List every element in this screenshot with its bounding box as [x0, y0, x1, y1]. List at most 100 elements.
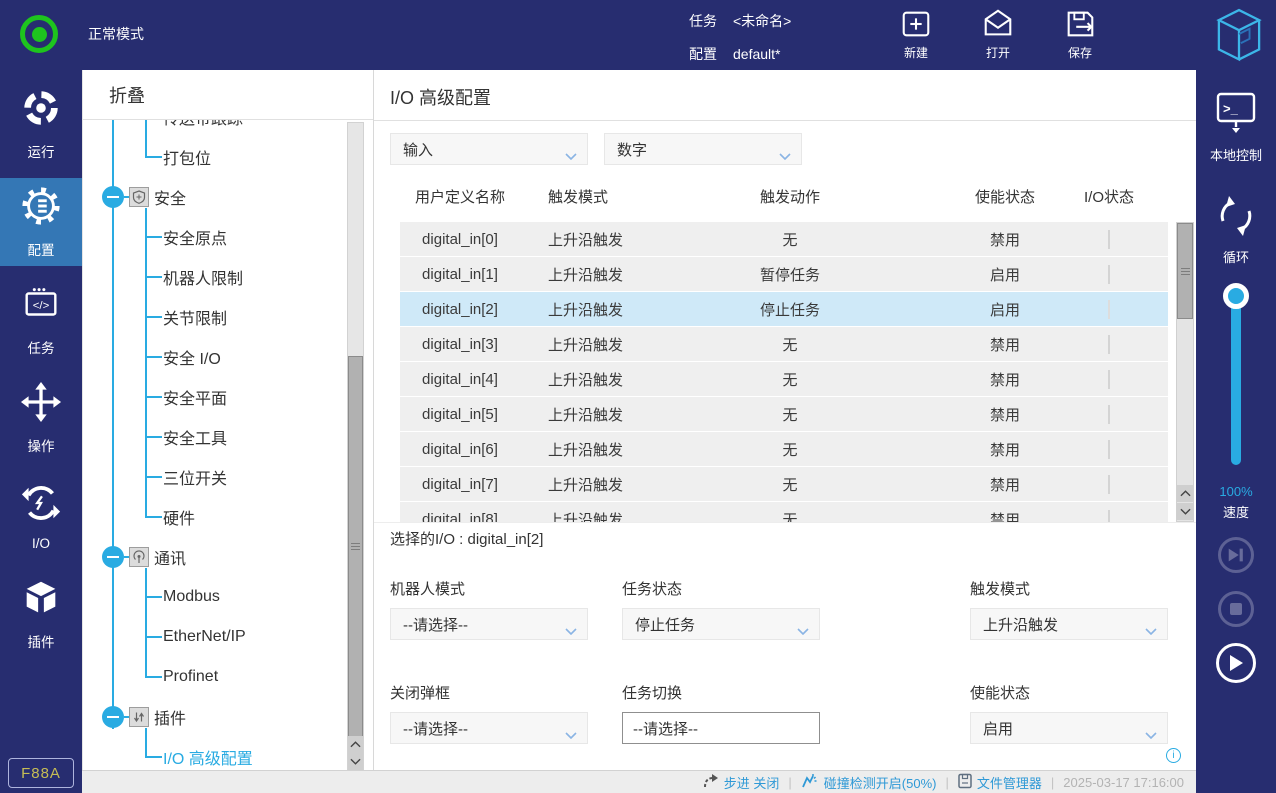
brand-logo-icon — [1216, 7, 1262, 68]
tree-item-safety-home[interactable]: 安全原点 — [83, 225, 227, 249]
loop-button[interactable]: 循环 — [1196, 194, 1276, 266]
tree-scrollbar[interactable] — [347, 122, 364, 770]
mode-label: 正常模式 — [88, 24, 144, 44]
tree-item-robot-limits[interactable]: 机器人限制 — [83, 265, 243, 289]
tree-item-profinet[interactable]: Profinet — [83, 665, 218, 689]
file-manager-icon — [958, 773, 972, 792]
close-popup-field: 关闭弹框 --请选择-- — [390, 682, 590, 744]
divider — [374, 120, 1196, 121]
io-name-cell: digital_in[6] — [400, 441, 520, 458]
scrollbar-thumb[interactable] — [348, 356, 363, 737]
trigger-action-cell: 停止任务 — [650, 299, 930, 320]
speed-slider-knob[interactable] — [1223, 283, 1249, 309]
save-button[interactable]: 保存 — [1054, 7, 1106, 61]
collision-detection-toggle[interactable]: 碰撞检测开启(50%) — [801, 773, 937, 792]
io-state-checkbox[interactable] — [1108, 370, 1110, 389]
tree-group-plugin[interactable]: 插件 — [83, 705, 186, 729]
collapse-header-button[interactable]: 折叠 — [83, 70, 373, 120]
tree-item-safety-plane[interactable]: 安全平面 — [83, 385, 227, 409]
table-row-digital-in-1[interactable]: digital_in[1]上升沿触发暂停任务启用 — [400, 257, 1168, 291]
table-row-digital-in-6[interactable]: digital_in[6]上升沿触发无禁用 — [400, 432, 1168, 466]
trigger-action-cell: 无 — [650, 439, 930, 460]
io-type-dropdown[interactable]: 数字 — [604, 133, 802, 165]
tree-group-communication[interactable]: 通讯 — [83, 545, 186, 569]
task-state-dropdown[interactable]: 停止任务 — [622, 608, 820, 640]
io-state-checkbox[interactable] — [1108, 405, 1110, 424]
task-switch-label: 任务切换 — [622, 682, 822, 703]
scroll-up-button[interactable] — [348, 736, 363, 753]
io-name-cell: digital_in[3] — [400, 336, 520, 353]
tree-item-io-advanced-config[interactable]: I/O 高级配置 — [83, 745, 253, 769]
tree-group-safety[interactable]: 安全 — [83, 185, 186, 209]
tree-item-packing-position[interactable]: 打包位 — [83, 145, 211, 169]
scrollbar-thumb[interactable] — [1177, 223, 1193, 319]
trigger-action-cell: 无 — [650, 334, 930, 355]
nav-item-run[interactable]: 运行 — [0, 80, 82, 168]
io-state-checkbox[interactable] — [1108, 440, 1110, 459]
cube-icon — [20, 577, 62, 624]
speed-slider-track[interactable] — [1231, 285, 1241, 465]
nav-item-task[interactable]: </> 任务 — [0, 276, 82, 364]
nav-item-operate[interactable]: 操作 — [0, 374, 82, 462]
close-popup-dropdown[interactable]: --请选择-- — [390, 712, 588, 744]
scroll-up-button[interactable] — [1177, 485, 1193, 502]
nav-item-config[interactable]: 配置 — [0, 178, 82, 266]
enable-state-field: 使能状态 启用 — [970, 682, 1170, 744]
io-name-cell: digital_in[4] — [400, 371, 520, 388]
tree-item-safety-io[interactable]: 安全 I/O — [83, 345, 221, 369]
new-button[interactable]: 新建 — [890, 7, 942, 61]
tree-item-safety-tool[interactable]: 安全工具 — [83, 425, 227, 449]
chevron-down-icon — [565, 622, 577, 639]
step-mode-toggle[interactable]: 步进 关闭 — [703, 773, 780, 792]
table-scrollbar[interactable] — [1176, 222, 1194, 522]
enable-state-cell: 禁用 — [930, 474, 1080, 495]
file-manager-button[interactable]: 文件管理器 — [958, 773, 1042, 792]
config-tree: 传送带跟踪 打包位 安全 安全原点 机器人限制 关节限制 安全 I/O 安全平面… — [83, 120, 375, 770]
io-state-checkbox[interactable] — [1108, 335, 1110, 354]
table-row-digital-in-5[interactable]: digital_in[5]上升沿触发无禁用 — [400, 397, 1168, 431]
mode-status-icon — [20, 15, 58, 53]
robot-mode-field: 机器人模式 --请选择-- — [390, 578, 590, 640]
task-switch-input[interactable] — [622, 712, 820, 744]
io-state-checkbox[interactable] — [1108, 475, 1110, 494]
open-button[interactable]: 打开 — [972, 7, 1024, 61]
play-button[interactable] — [1216, 643, 1256, 683]
column-header-name: 用户定义名称 — [400, 186, 520, 207]
collapse-toggle-icon[interactable] — [102, 186, 124, 208]
nav-item-io[interactable]: I/O — [0, 472, 82, 560]
table-row-digital-in-8[interactable]: digital_in[8]上升沿触发无禁用 — [400, 502, 1168, 522]
status-bar: 步进 关闭 | 碰撞检测开启(50%) | 文件管理器 | 2025-03-17… — [82, 770, 1196, 793]
trigger-mode-cell: 上升沿触发 — [520, 439, 650, 460]
collapse-toggle-icon[interactable] — [102, 546, 124, 568]
io-state-checkbox[interactable] — [1108, 300, 1110, 319]
tree-item-hardware[interactable]: 硬件 — [83, 505, 195, 529]
tree-item-modbus[interactable]: Modbus — [83, 585, 220, 609]
table-row-digital-in-7[interactable]: digital_in[7]上升沿触发无禁用 — [400, 467, 1168, 501]
collapse-toggle-icon[interactable] — [102, 706, 124, 728]
tree-item-three-position-switch[interactable]: 三位开关 — [83, 465, 227, 489]
local-control-button[interactable]: >_ 本地控制 — [1196, 90, 1276, 164]
scroll-down-button[interactable] — [1177, 503, 1193, 520]
stop-button[interactable] — [1218, 591, 1254, 627]
device-badge-button[interactable]: F88A — [8, 758, 74, 788]
io-state-checkbox[interactable] — [1108, 230, 1110, 249]
code-icon: </> — [20, 283, 62, 330]
tree-item-joint-limits[interactable]: 关节限制 — [83, 305, 227, 329]
tree-item-ethernet-ip[interactable]: EtherNet/IP — [83, 625, 246, 649]
table-row-digital-in-4[interactable]: digital_in[4]上升沿触发无禁用 — [400, 362, 1168, 396]
nav-item-plugin[interactable]: 插件 — [0, 570, 82, 658]
io-direction-dropdown[interactable]: 输入 — [390, 133, 588, 165]
io-state-checkbox[interactable] — [1108, 265, 1110, 284]
io-state-checkbox[interactable] — [1108, 510, 1110, 523]
table-row-digital-in-3[interactable]: digital_in[3]上升沿触发无禁用 — [400, 327, 1168, 361]
info-icon[interactable]: i — [1166, 748, 1181, 763]
enable-state-dropdown[interactable]: 启用 — [970, 712, 1168, 744]
robot-mode-dropdown[interactable]: --请选择-- — [390, 608, 588, 640]
table-row-digital-in-2[interactable]: digital_in[2]上升沿触发停止任务启用 — [400, 292, 1168, 326]
enable-state-cell: 禁用 — [930, 439, 1080, 460]
step-forward-button[interactable] — [1218, 537, 1254, 573]
scroll-down-button[interactable] — [348, 753, 363, 770]
table-row-digital-in-0[interactable]: digital_in[0]上升沿触发无禁用 — [400, 222, 1168, 256]
tree-item-conveyor-tracking[interactable]: 传送带跟踪 — [83, 120, 243, 129]
trigger-mode-dropdown[interactable]: 上升沿触发 — [970, 608, 1168, 640]
